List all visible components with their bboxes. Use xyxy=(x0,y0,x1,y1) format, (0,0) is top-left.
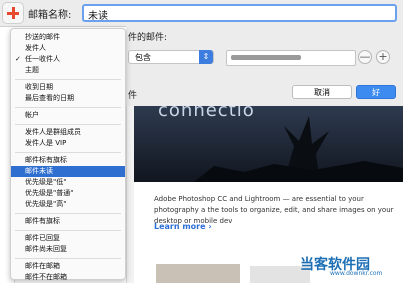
watermark-url: www.downkr.com xyxy=(330,270,383,277)
redacted-value xyxy=(231,55,301,60)
menu-item-selected[interactable]: 邮件未读 xyxy=(11,166,125,177)
menu-item-checked[interactable]: ✓ 任一收件人 xyxy=(11,54,125,65)
condition-row: 包含 ⇕ — + xyxy=(128,50,400,66)
menu-item[interactable]: 邮件在邮箱 xyxy=(11,261,125,272)
cancel-button[interactable]: 取消 xyxy=(292,85,352,99)
menu-item[interactable]: 邮件尚未回复 xyxy=(11,244,125,255)
tree-silhouette-icon xyxy=(194,116,403,182)
add-button[interactable] xyxy=(2,2,24,24)
menu-separator xyxy=(15,107,121,108)
menu-item[interactable]: 抄送的邮件 xyxy=(11,32,125,43)
menu-item[interactable]: 邮件不在邮箱 xyxy=(11,272,125,283)
menu-item[interactable]: 优先级是"低" xyxy=(11,177,125,188)
add-condition-button[interactable]: + xyxy=(376,50,390,64)
menu-item[interactable]: 主题 xyxy=(11,65,125,76)
menu-item[interactable]: 帐户 xyxy=(11,110,125,121)
condition-label-partial: 件 xyxy=(128,91,138,101)
menu-item[interactable]: 发件人是群组成员 xyxy=(11,127,125,138)
mailbox-name-label: 邮箱名称: xyxy=(28,10,72,21)
menu-item[interactable]: 邮件已回复 xyxy=(11,233,125,244)
menu-separator xyxy=(15,124,121,125)
mailbox-name-input[interactable]: 未读 xyxy=(82,4,397,22)
thumbnail-image xyxy=(156,264,240,283)
menu-item[interactable]: 发件人是 VIP xyxy=(11,138,125,149)
learn-more-link[interactable]: Learn more › xyxy=(154,222,212,231)
menu-item[interactable]: 最后查看的日期 xyxy=(11,93,125,104)
menu-separator xyxy=(15,230,121,231)
menu-separator xyxy=(15,258,121,259)
ok-button[interactable]: 好 xyxy=(356,85,396,99)
operator-value: 包含 xyxy=(135,53,151,62)
rule-label: 件的邮件: xyxy=(128,33,168,43)
menu-separator xyxy=(15,79,121,80)
operator-select[interactable]: 包含 ⇕ xyxy=(128,50,214,64)
menu-item[interactable]: 收到日期 xyxy=(11,82,125,93)
plus-icon-vertical xyxy=(12,7,15,19)
check-icon: ✓ xyxy=(15,55,21,63)
criteria-dropdown-menu: 抄送的邮件 发件人 ✓ 任一收件人 主题 收到日期 最后查看的日期 帐户 发件人是… xyxy=(10,28,126,283)
menu-item[interactable]: 发件人 xyxy=(11,43,125,54)
hero-image: connectio xyxy=(134,106,403,182)
menu-item[interactable]: 邮件有旗标 xyxy=(11,216,125,227)
remove-condition-button[interactable]: — xyxy=(358,50,372,64)
menu-item[interactable]: 优先级是"高" xyxy=(11,199,125,210)
menu-item[interactable]: 邮件标有旗标 xyxy=(11,155,125,166)
menu-separator xyxy=(15,213,121,214)
menu-item[interactable]: 优先级是"普通" xyxy=(11,188,125,199)
chevron-updown-icon: ⇕ xyxy=(199,50,213,64)
menu-separator xyxy=(15,152,121,153)
condition-value-input[interactable] xyxy=(226,50,356,66)
